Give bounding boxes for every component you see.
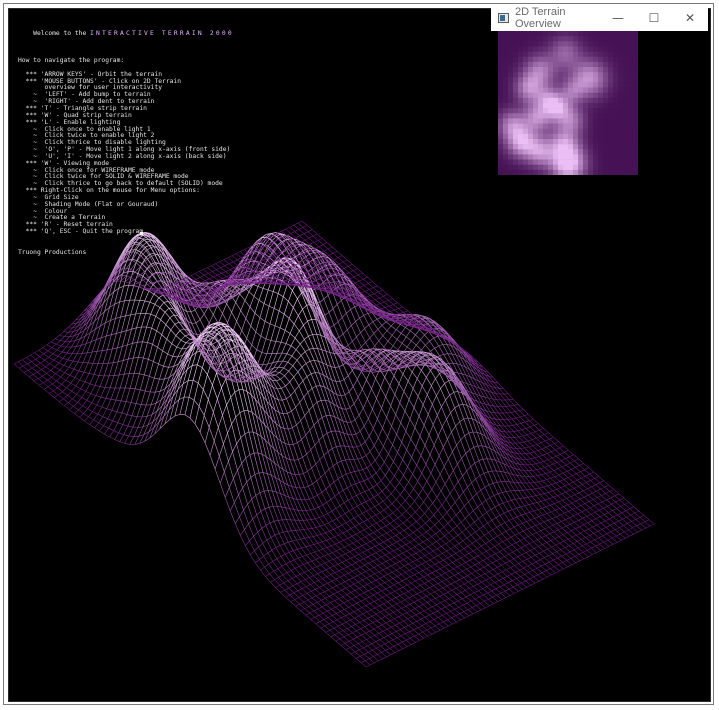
help-line: Truong Productions (18, 248, 87, 256)
help-instructions: How to navigate the program: *** 'ARROW … (18, 51, 234, 256)
maximize-button[interactable]: ☐ (636, 5, 672, 31)
window-app-icon (498, 13, 509, 23)
close-icon: ✕ (684, 11, 696, 25)
help-line: How to navigate the program: (18, 57, 125, 65)
program-title: INTERACTIVE TERRAIN 2000 (90, 29, 234, 37)
mouse-cursor (140, 232, 143, 235)
minimize-icon: — (612, 11, 624, 25)
overview-window[interactable]: 2D Terrain Overview — ☐ ✕ (491, 5, 708, 177)
welcome-line: Welcome to the INTERACTIVE TERRAIN 2000 (18, 29, 234, 38)
help-line (18, 236, 234, 243)
minimize-button[interactable]: — (600, 5, 636, 31)
terrain-overview-map[interactable] (498, 31, 638, 175)
help-text: Welcome to the INTERACTIVE TERRAIN 2000 … (18, 17, 234, 270)
help-line: *** 'Q', ESC - Quit the program (18, 228, 144, 236)
close-button[interactable]: ✕ (672, 5, 708, 31)
overview-window-title: 2D Terrain Overview (515, 6, 566, 30)
overview-heightmap (498, 31, 638, 175)
welcome-prefix: Welcome to the (18, 29, 91, 37)
maximize-icon: ☐ (648, 11, 660, 25)
overview-titlebar[interactable]: 2D Terrain Overview — ☐ ✕ (491, 5, 708, 31)
terrain-mesh (13, 220, 655, 668)
